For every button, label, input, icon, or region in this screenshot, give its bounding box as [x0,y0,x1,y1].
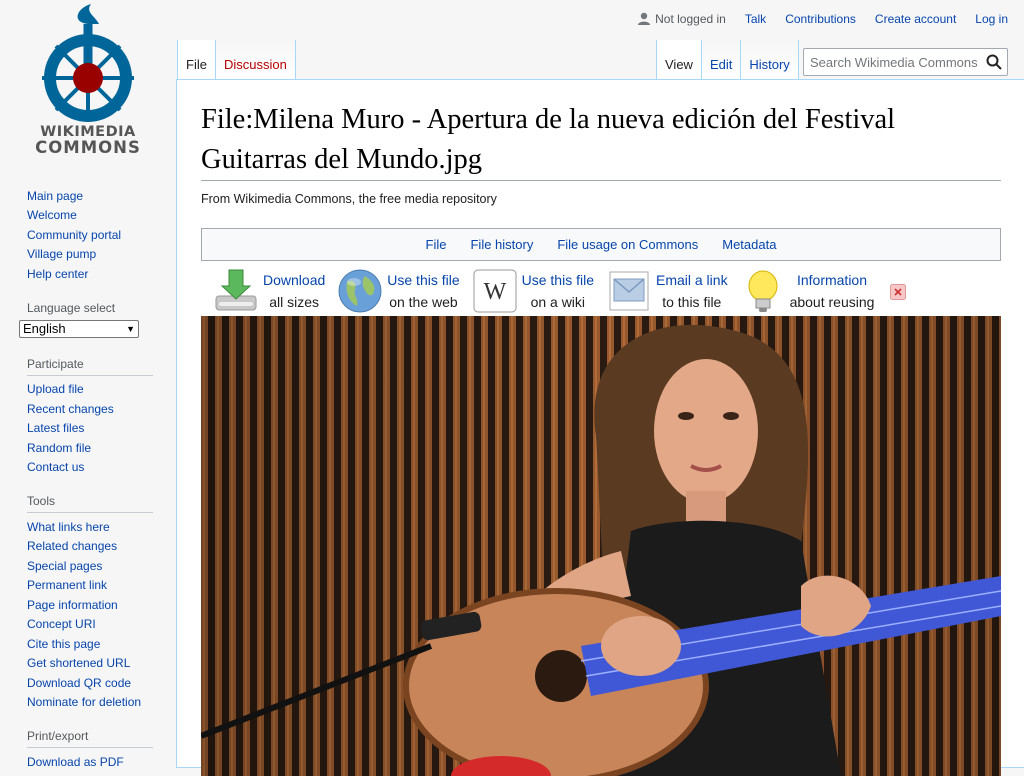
sidebar-item-contact-us[interactable]: Contact us [27,460,84,474]
file-toc: File File history File usage on Commons … [201,228,1001,261]
sidebar-item-download-qr-code[interactable]: Download QR code [27,676,131,690]
sidebar-item-upload-file[interactable]: Upload file [27,382,84,396]
reuse-information-title: Information [796,272,868,288]
download-icon [213,268,259,314]
guitarist-photo [201,316,1001,776]
sidebar-item-latest-files[interactable]: Latest files [27,421,84,435]
use-on-wiki-action[interactable]: W Use this file on a wiki [472,268,594,314]
sidebar: Main page Welcome Community portal Villa… [0,176,176,772]
sidebar-participate: Participate Upload file Recent changes L… [19,354,153,478]
sidebar-item-village-pump[interactable]: Village pump [27,247,96,261]
tab-view[interactable]: View [656,40,702,80]
tab-history-label: History [749,57,790,72]
download-action[interactable]: Download all sizes [213,268,325,314]
tab-discussion[interactable]: Discussion [215,40,296,80]
user-icon [637,12,651,26]
reuse-information-action[interactable]: Information about reusing [740,268,875,314]
download-action-title: Download [263,272,326,288]
tab-edit[interactable]: Edit [701,40,742,80]
print-export-heading: Print/export [27,726,153,748]
sidebar-item-related-changes[interactable]: Related changes [27,539,117,553]
tab-history[interactable]: History [741,40,799,80]
toc-file-usage-link[interactable]: File usage on Commons [557,237,698,252]
sidebar-item-download-as-pdf[interactable]: Download as PDF [27,755,124,769]
sidebar-navigation: Main page Welcome Community portal Villa… [19,176,153,284]
sidebar-item-community-portal[interactable]: Community portal [27,228,121,242]
svg-text:W: W [483,279,506,305]
contributions-link[interactable]: Contributions [785,12,856,26]
wikimedia-commons-logo[interactable]: WIKIMEDIA COMMONS [0,0,176,160]
participate-heading: Participate [27,354,153,376]
site-tagline: From Wikimedia Commons, the free media r… [201,192,497,206]
tab-edit-label: Edit [709,57,733,72]
sidebar-item-welcome[interactable]: Welcome [27,208,77,222]
tab-file[interactable]: File [177,40,216,80]
sidebar-item-cite-this-page[interactable]: Cite this page [27,637,100,651]
sidebar-item-page-information[interactable]: Page information [27,598,118,612]
sidebar-print-export: Print/export Download as PDF [19,726,153,772]
not-logged-in-label: Not logged in [655,12,726,26]
personal-tools: Not logged in Talk Contributions Create … [637,12,1008,26]
use-on-web-title: Use this file [387,272,460,288]
sidebar-item-random-file[interactable]: Random file [27,441,91,455]
email-link-title: Email a link [655,272,728,288]
sidebar-item-help-center[interactable]: Help center [27,267,88,281]
file-image[interactable] [201,316,1001,776]
talk-link[interactable]: Talk [745,12,766,26]
tab-view-label: View [665,57,693,72]
lightbulb-icon [740,268,786,314]
use-on-web-action[interactable]: Use this file on the web [337,268,460,314]
search-input[interactable]: Search Wikimedia Commons [804,55,981,70]
toc-file-history-link[interactable]: File history [470,237,533,252]
content-area: File:Milena Muro - Apertura de la nueva … [176,79,1024,776]
search-box[interactable]: Search Wikimedia Commons [803,48,1008,76]
wikipedia-icon: W [472,268,518,314]
sidebar-item-special-pages[interactable]: Special pages [27,559,102,573]
email-link-subtitle: to this file [662,294,722,310]
email-icon [606,268,652,314]
reuse-information-subtitle: about reusing [789,294,875,310]
namespace-tabs: File Discussion [177,40,296,80]
create-account-link[interactable]: Create account [875,12,956,26]
view-tabs: View Edit History [656,40,799,80]
tools-heading: Tools [27,491,153,513]
use-on-web-subtitle: on the web [389,294,458,310]
toc-metadata-link[interactable]: Metadata [722,237,776,252]
sidebar-item-what-links-here[interactable]: What links here [27,520,110,534]
chevron-down-icon: ▼ [126,323,135,334]
language-select-heading: Language select [27,300,116,315]
sidebar-item-main-page[interactable]: Main page [27,189,83,203]
sidebar-item-recent-changes[interactable]: Recent changes [27,402,114,416]
language-select[interactable]: English ▼ [19,319,139,338]
close-icon[interactable] [890,284,906,300]
email-link-action[interactable]: Email a link to this file [606,268,728,314]
toc-file-link[interactable]: File [426,237,447,252]
tab-discussion-label: Discussion [223,57,287,72]
sidebar-tools: Tools What links here Related changes Sp… [19,491,153,712]
sidebar-item-concept-uri[interactable]: Concept URI [27,617,96,631]
page-title: File:Milena Muro - Apertura de la nueva … [201,100,1001,181]
language-select-value: English [23,321,66,336]
sidebar-language: Language select English ▼ [19,298,153,338]
download-action-subtitle: all sizes [269,294,320,310]
search-icon [986,54,1002,70]
log-in-link[interactable]: Log in [975,12,1008,26]
globe-icon [337,268,383,314]
commons-logo-icon [42,4,134,122]
tab-file-label: File [186,57,207,72]
file-actions-bar: Download all sizes Use this file on the … [213,266,886,316]
sidebar-item-get-shortened-url[interactable]: Get shortened URL [27,656,130,670]
sidebar-item-nominate-for-deletion[interactable]: Nominate for deletion [27,695,141,709]
search-button[interactable] [981,49,1007,75]
use-on-wiki-subtitle: on a wiki [530,294,586,310]
use-on-wiki-title: Use this file [521,272,594,288]
logo-wordmark-bottom: COMMONS [35,138,141,157]
sidebar-item-permanent-link[interactable]: Permanent link [27,578,107,592]
